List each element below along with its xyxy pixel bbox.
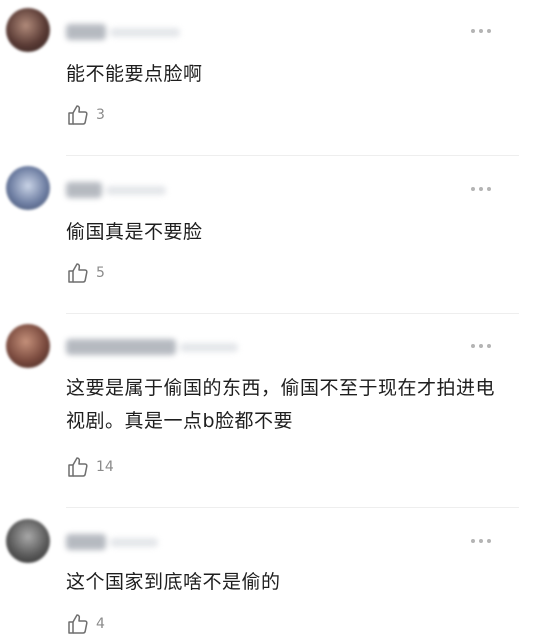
divider xyxy=(66,313,519,314)
thumbs-up-icon xyxy=(68,457,88,477)
comment-text: 能不能要点脸啊 xyxy=(66,63,203,85)
avatar[interactable] xyxy=(6,166,50,210)
comment-text: 偷国真是不要脸 xyxy=(66,221,203,243)
username[interactable] xyxy=(66,534,161,550)
divider xyxy=(66,155,519,156)
avatar[interactable] xyxy=(6,519,50,563)
comment-text: 这要是属于偷国的东西，偷国不至于现在才拍进电视剧。真是一点b脸都不要 xyxy=(66,377,496,432)
username[interactable] xyxy=(66,182,171,198)
like-count: 14 xyxy=(96,459,114,475)
username[interactable] xyxy=(66,24,186,40)
like-button[interactable]: 5 xyxy=(66,261,105,285)
thumbs-up-icon xyxy=(68,105,88,125)
more-options-icon[interactable] xyxy=(471,185,493,193)
like-count: 3 xyxy=(96,107,105,123)
divider xyxy=(66,507,519,508)
more-options-icon[interactable] xyxy=(471,537,493,545)
username[interactable] xyxy=(66,339,241,355)
more-options-icon[interactable] xyxy=(471,342,493,350)
like-button[interactable]: 4 xyxy=(66,612,105,636)
like-button[interactable]: 3 xyxy=(66,103,105,127)
like-button[interactable]: 14 xyxy=(66,455,114,479)
more-options-icon[interactable] xyxy=(471,27,493,35)
avatar[interactable] xyxy=(6,324,50,368)
like-count: 4 xyxy=(96,616,105,632)
avatar[interactable] xyxy=(6,8,50,52)
thumbs-up-icon xyxy=(68,614,88,634)
comment-text: 这个国家到底啥不是偷的 xyxy=(66,571,281,593)
thumbs-up-icon xyxy=(68,263,88,283)
like-count: 5 xyxy=(96,265,105,281)
